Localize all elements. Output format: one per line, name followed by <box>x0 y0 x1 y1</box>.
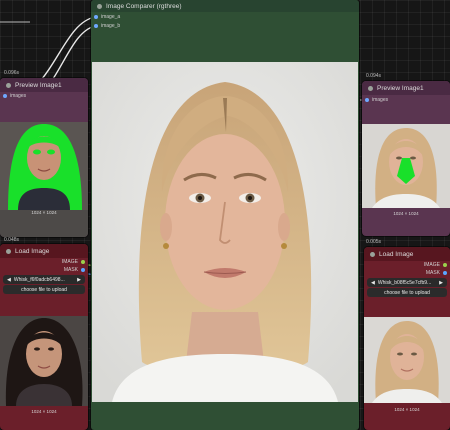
preview-image <box>362 124 450 208</box>
output-slot-mask[interactable]: MASK <box>426 270 447 276</box>
collapse-dot-icon[interactable] <box>370 251 375 257</box>
output-slot-mask[interactable]: MASK <box>64 267 85 273</box>
preview-image-node-left[interactable]: Preview Image1 images 1024 × 1024 <box>0 78 88 237</box>
node-canvas[interactable]: 0.096s Preview Image1 images 1024 × 1024… <box>0 0 450 430</box>
slot-dot-icon <box>3 94 7 98</box>
input-slot-images[interactable]: images <box>365 97 388 103</box>
node-title: Preview Image1 <box>15 81 62 89</box>
load-image-node-right[interactable]: Load Image IMAGE MASK ◀ Whisk_b08f5c5e7c… <box>364 247 450 430</box>
arrow-right-icon[interactable]: ▶ <box>77 277 81 283</box>
slot-dot-icon <box>81 268 85 272</box>
collapse-dot-icon[interactable] <box>6 82 11 88</box>
arrow-left-icon[interactable]: ◀ <box>371 280 375 286</box>
image-comparer-node[interactable]: Image Comparer (rgthree) image_a image_b <box>91 0 359 430</box>
output-slot-image[interactable]: IMAGE <box>424 262 447 268</box>
image-file-select[interactable]: ◀ Whisk_f6f0adcb6498... ▶ <box>3 275 85 284</box>
slot-label: image_b <box>101 23 121 29</box>
node-header[interactable]: Preview Image1 <box>0 78 88 92</box>
image-dimensions: 1024 × 1024 <box>393 211 419 216</box>
node-header[interactable]: Image Comparer (rgthree) <box>91 0 359 12</box>
collapse-dot-icon[interactable] <box>97 3 102 9</box>
collapse-dot-icon[interactable] <box>368 85 373 91</box>
input-slot-images[interactable]: images <box>3 93 26 99</box>
output-slot-image[interactable]: IMAGE <box>62 259 85 265</box>
node-header[interactable]: Load Image <box>0 244 88 258</box>
arrow-left-icon[interactable]: ◀ <box>7 277 11 283</box>
upload-button[interactable]: choose file to upload <box>3 285 85 294</box>
preview-image <box>0 122 88 237</box>
loaded-image <box>0 316 88 406</box>
slot-label: image_a <box>101 14 121 20</box>
slot-label: IMAGE <box>61 259 78 265</box>
node-header[interactable]: Load Image <box>364 247 450 261</box>
node-title: Load Image <box>379 250 414 258</box>
collapse-dot-icon[interactable] <box>6 248 11 254</box>
slot-label: images <box>372 97 389 103</box>
slot-dot-icon <box>443 271 447 275</box>
selected-file: Whisk_f6f0adcb6498... <box>13 276 65 283</box>
load-image-node-left[interactable]: Load Image IMAGE MASK ◀ Whisk_f6f0adcb64… <box>0 244 88 430</box>
slot-label: MASK <box>425 270 440 276</box>
input-slot-image-a[interactable]: image_a <box>94 14 120 20</box>
slot-label: images <box>10 93 27 99</box>
image-dimensions: 1024 × 1024 <box>394 407 420 412</box>
node-header[interactable]: Preview Image1 <box>362 81 450 95</box>
slot-label: MASK <box>63 267 78 273</box>
node-exec-time: 0.005s <box>366 239 382 245</box>
slot-label: IMAGE <box>423 262 440 268</box>
upload-button[interactable]: choose file to upload <box>367 288 447 297</box>
loaded-image <box>364 317 450 403</box>
slot-dot-icon <box>94 15 98 19</box>
image-dimensions: 1024 × 1024 <box>31 409 57 414</box>
slot-dot-icon <box>443 263 447 267</box>
node-exec-time: 0.048s <box>4 237 20 243</box>
selected-file: Whisk_b08f5c5e7cfb9... <box>377 279 432 286</box>
image-dimensions: 1024 × 1024 <box>31 210 57 215</box>
node-title: Image Comparer (rgthree) <box>106 2 182 10</box>
node-title: Load Image <box>15 247 50 255</box>
node-exec-time: 0.094s <box>366 73 382 79</box>
input-slot-image-b[interactable]: image_b <box>94 23 120 29</box>
slot-dot-icon <box>81 260 85 264</box>
comparison-image[interactable] <box>92 62 358 402</box>
image-file-select[interactable]: ◀ Whisk_b08f5c5e7cfb9... ▶ <box>367 278 447 287</box>
slot-dot-icon <box>365 98 369 102</box>
slot-dot-icon <box>94 24 98 28</box>
node-exec-time: 0.096s <box>4 70 20 76</box>
node-title: Preview Image1 <box>377 84 424 92</box>
preview-image-node-right[interactable]: Preview Image1 images 1024 × 1024 <box>362 81 450 236</box>
arrow-right-icon[interactable]: ▶ <box>439 280 443 286</box>
